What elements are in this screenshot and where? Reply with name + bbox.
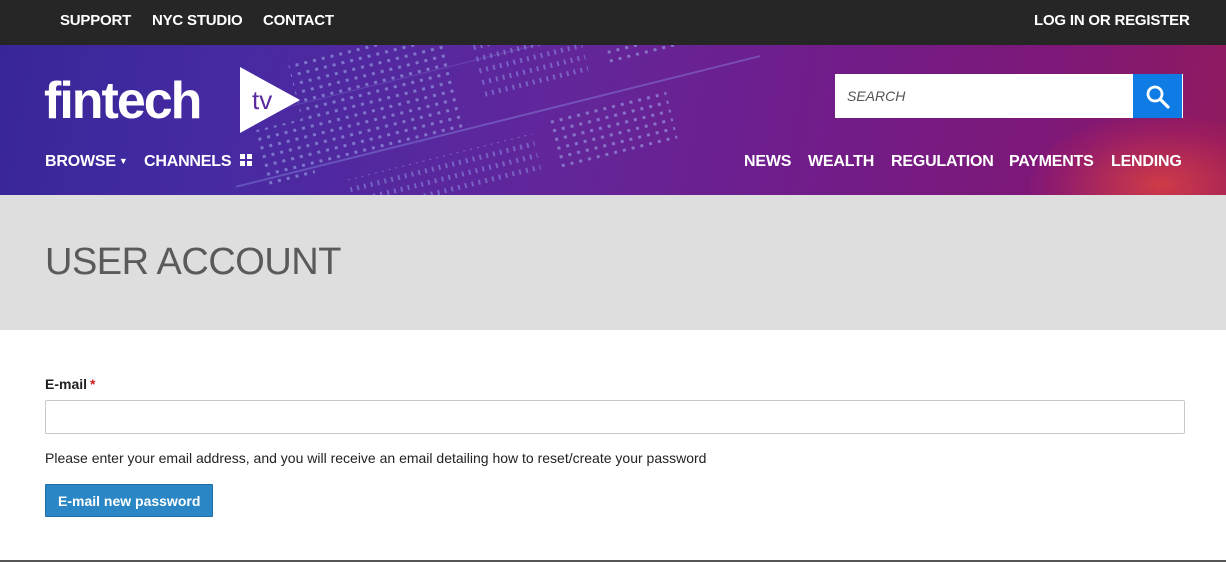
nav-news[interactable]: NEWS	[744, 153, 791, 171]
password-reset-form: E-mail * Please enter your email address,…	[45, 376, 1185, 517]
support-link[interactable]: SUPPORT	[60, 12, 131, 29]
site-header: fintech tv BROWSE▼ CHANNELS NEWS WEALTH …	[0, 45, 1226, 195]
logo-wordmark: fintech	[44, 72, 202, 130]
nav-regulation[interactable]: REGULATION	[891, 153, 994, 171]
contact-link[interactable]: CONTACT	[263, 12, 334, 29]
required-marker: *	[90, 376, 96, 392]
channels-menu[interactable]: CHANNELS	[144, 153, 253, 171]
search-box	[835, 74, 1183, 118]
search-icon	[1146, 85, 1170, 109]
email-label-text: E-mail	[45, 376, 88, 392]
play-icon: tv	[240, 67, 300, 133]
logo-mark-text: tv	[252, 85, 272, 115]
top-utility-bar: SUPPORT NYC STUDIO CONTACT LOG IN OR REG…	[0, 0, 1226, 45]
browse-label: BROWSE	[45, 153, 116, 170]
fintech-tv-logo[interactable]: fintech tv	[44, 65, 314, 135]
search-input[interactable]	[835, 74, 1133, 118]
search-button[interactable]	[1133, 74, 1183, 118]
page-title-band: USER ACCOUNT	[0, 195, 1226, 330]
nav-payments[interactable]: PAYMENTS	[1009, 153, 1094, 171]
nav-wealth[interactable]: WEALTH	[808, 153, 874, 171]
nav-lending[interactable]: LENDING	[1111, 153, 1182, 171]
grid-icon	[240, 154, 253, 166]
email-field[interactable]	[45, 400, 1185, 434]
nyc-studio-link[interactable]: NYC STUDIO	[152, 12, 243, 29]
browse-menu[interactable]: BROWSE ▼	[45, 153, 128, 171]
email-new-password-button[interactable]: E-mail new password	[45, 484, 214, 517]
channels-label: CHANNELS	[144, 153, 232, 170]
login-register-link[interactable]: LOG IN OR REGISTER	[1034, 12, 1190, 29]
caret-down-icon: ▼	[118, 156, 128, 166]
email-help-text: Please enter your email address, and you…	[45, 450, 707, 466]
email-label: E-mail *	[45, 376, 95, 392]
page-title: USER ACCOUNT	[45, 241, 341, 283]
